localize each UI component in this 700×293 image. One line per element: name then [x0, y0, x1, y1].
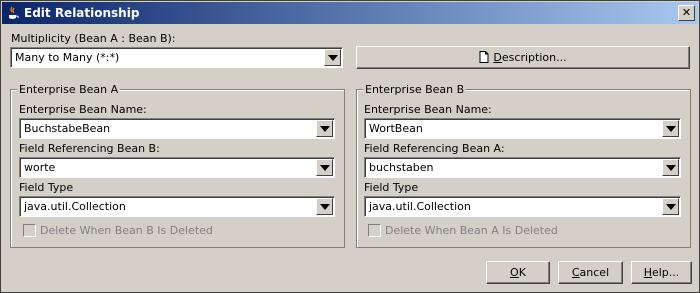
bean-b-name-value: WortBean: [369, 122, 423, 135]
bean-b-field-label: Field Referencing Bean A:: [364, 142, 505, 155]
bean-b-name-label: Enterprise Bean Name:: [364, 103, 492, 116]
bean-a-name-value: BuchstabeBean: [24, 122, 111, 135]
bean-b-type-select[interactable]: java.util.Collection: [364, 196, 681, 217]
ok-mnemonic: O: [510, 266, 519, 279]
close-button[interactable]: ✕: [678, 5, 695, 21]
document-icon: [479, 51, 489, 63]
chevron-down-icon[interactable]: [316, 198, 333, 215]
chevron-down-icon[interactable]: [662, 198, 679, 215]
bean-b-field-value: buchstaben: [369, 161, 434, 174]
ok-label: K: [518, 266, 526, 279]
cancel-label: ancel: [579, 266, 610, 279]
chevron-down-icon[interactable]: [324, 49, 341, 66]
chevron-down-icon[interactable]: [316, 120, 333, 137]
help-mnemonic: H: [643, 266, 652, 279]
bean-a-delete-label: Delete When Bean B Is Deleted: [40, 224, 213, 237]
cancel-button[interactable]: Cancel: [558, 261, 623, 284]
help-button[interactable]: Help...: [631, 261, 692, 284]
chevron-down-icon[interactable]: [662, 120, 679, 137]
bean-a-field-select[interactable]: worte: [19, 157, 335, 178]
bean-a-type-label: Field Type: [19, 181, 74, 194]
window-title: Edit Relationship: [24, 6, 140, 20]
bean-a-name-label: Enterprise Bean Name:: [19, 103, 147, 116]
bean-a-type-value: java.util.Collection: [24, 200, 126, 213]
chevron-down-icon[interactable]: [316, 159, 333, 176]
bean-a-name-select[interactable]: BuchstabeBean: [19, 118, 335, 139]
ok-button[interactable]: OK: [486, 261, 550, 284]
bean-b-type-label: Field Type: [364, 181, 419, 194]
multiplicity-value: Many to Many (*:*): [15, 51, 120, 64]
bean-a-field-label: Field Referencing Bean B:: [19, 142, 160, 155]
description-label: escription...: [501, 51, 567, 64]
bean-b-delete-label: Delete When Bean A Is Deleted: [385, 224, 558, 237]
bean-a-delete-checkbox[interactable]: [23, 224, 36, 237]
description-button[interactable]: Description...: [356, 46, 690, 69]
title-bar[interactable]: Edit Relationship ✕: [2, 2, 698, 24]
bean-a-type-select[interactable]: java.util.Collection: [19, 196, 335, 217]
bean-b-delete-checkbox[interactable]: [368, 224, 381, 237]
bean-b-title: Enterprise Bean B: [363, 83, 467, 96]
close-icon: ✕: [681, 6, 692, 19]
multiplicity-label: Multiplicity (Bean A : Bean B):: [11, 32, 176, 45]
java-cup-icon: [9, 6, 19, 19]
bean-a-title: Enterprise Bean A: [17, 83, 121, 96]
cancel-mnemonic: C: [571, 266, 580, 279]
bean-b-type-value: java.util.Collection: [369, 200, 471, 213]
edit-relationship-dialog: Edit Relationship ✕ Multiplicity (Bean A…: [0, 0, 700, 293]
bean-b-field-select[interactable]: buchstaben: [364, 157, 681, 178]
bean-a-field-value: worte: [24, 161, 56, 174]
chevron-down-icon[interactable]: [662, 159, 679, 176]
multiplicity-select[interactable]: Many to Many (*:*): [10, 47, 343, 68]
help-label: elp...: [651, 266, 680, 279]
description-mnemonic: D: [493, 51, 502, 64]
bean-b-name-select[interactable]: WortBean: [364, 118, 681, 139]
